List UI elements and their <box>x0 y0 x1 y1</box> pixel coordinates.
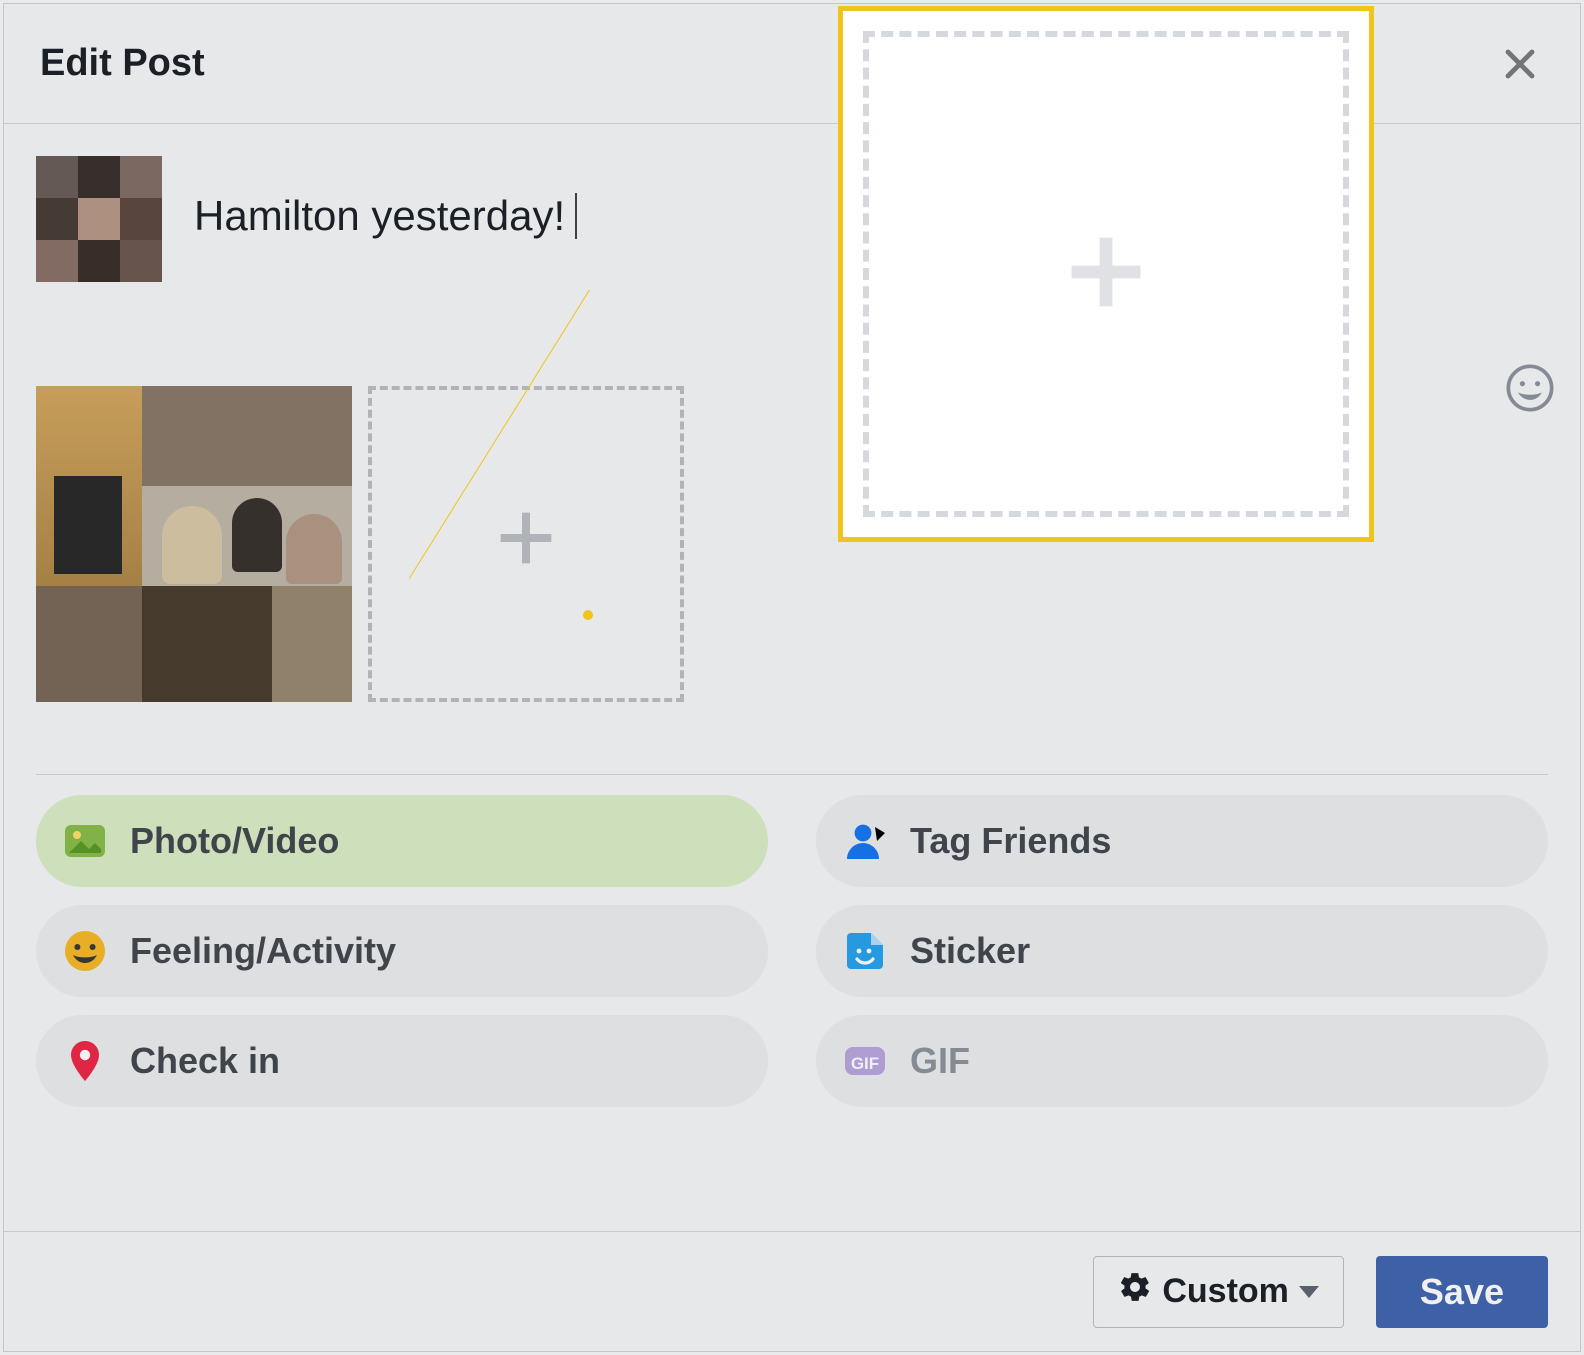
action-gif[interactable]: GIF GIF <box>816 1015 1548 1107</box>
action-photo-video[interactable]: Photo/Video <box>36 795 768 887</box>
svg-text:GIF: GIF <box>851 1054 879 1073</box>
action-label: Feeling/Activity <box>130 930 396 972</box>
action-label: GIF <box>910 1040 970 1082</box>
post-text-input[interactable]: Hamilton yesterday! <box>194 156 577 240</box>
save-button[interactable]: Save <box>1376 1256 1548 1328</box>
text-cursor <box>575 193 577 239</box>
sticker-icon <box>840 926 890 976</box>
action-label: Tag Friends <box>910 820 1111 862</box>
callout-dot <box>583 610 593 620</box>
action-label: Photo/Video <box>130 820 339 862</box>
action-check-in[interactable]: Check in <box>36 1015 768 1107</box>
modal-title: Edit Post <box>40 42 205 85</box>
post-text-content: Hamilton yesterday! <box>194 192 565 240</box>
divider <box>36 774 1548 775</box>
modal-footer: Custom Save <box>4 1231 1580 1351</box>
gear-icon <box>1118 1270 1152 1313</box>
close-icon[interactable] <box>1496 40 1544 88</box>
zoom-callout <box>838 6 1374 542</box>
action-tag-friends[interactable]: Tag Friends <box>816 795 1548 887</box>
avatar <box>36 156 162 282</box>
save-label: Save <box>1420 1271 1504 1313</box>
action-grid: Photo/Video Tag Friends Feeling/Activity… <box>4 795 1580 1107</box>
add-media-button[interactable] <box>368 386 684 702</box>
tag-friends-icon <box>840 816 890 866</box>
action-feeling-activity[interactable]: Feeling/Activity <box>36 905 768 997</box>
feeling-icon <box>60 926 110 976</box>
emoji-picker-button[interactable] <box>1504 362 1556 419</box>
action-label: Check in <box>130 1040 280 1082</box>
chevron-down-icon <box>1299 1286 1319 1298</box>
plus-icon <box>494 506 558 582</box>
action-sticker[interactable]: Sticker <box>816 905 1548 997</box>
privacy-label: Custom <box>1162 1272 1289 1311</box>
action-label: Sticker <box>910 930 1030 972</box>
photo-icon <box>60 816 110 866</box>
location-pin-icon <box>60 1036 110 1086</box>
plus-icon <box>1058 224 1154 325</box>
attached-photo[interactable] <box>36 386 352 702</box>
gif-icon: GIF <box>840 1036 890 1086</box>
privacy-selector[interactable]: Custom <box>1093 1256 1344 1328</box>
zoom-add-media <box>863 31 1349 517</box>
